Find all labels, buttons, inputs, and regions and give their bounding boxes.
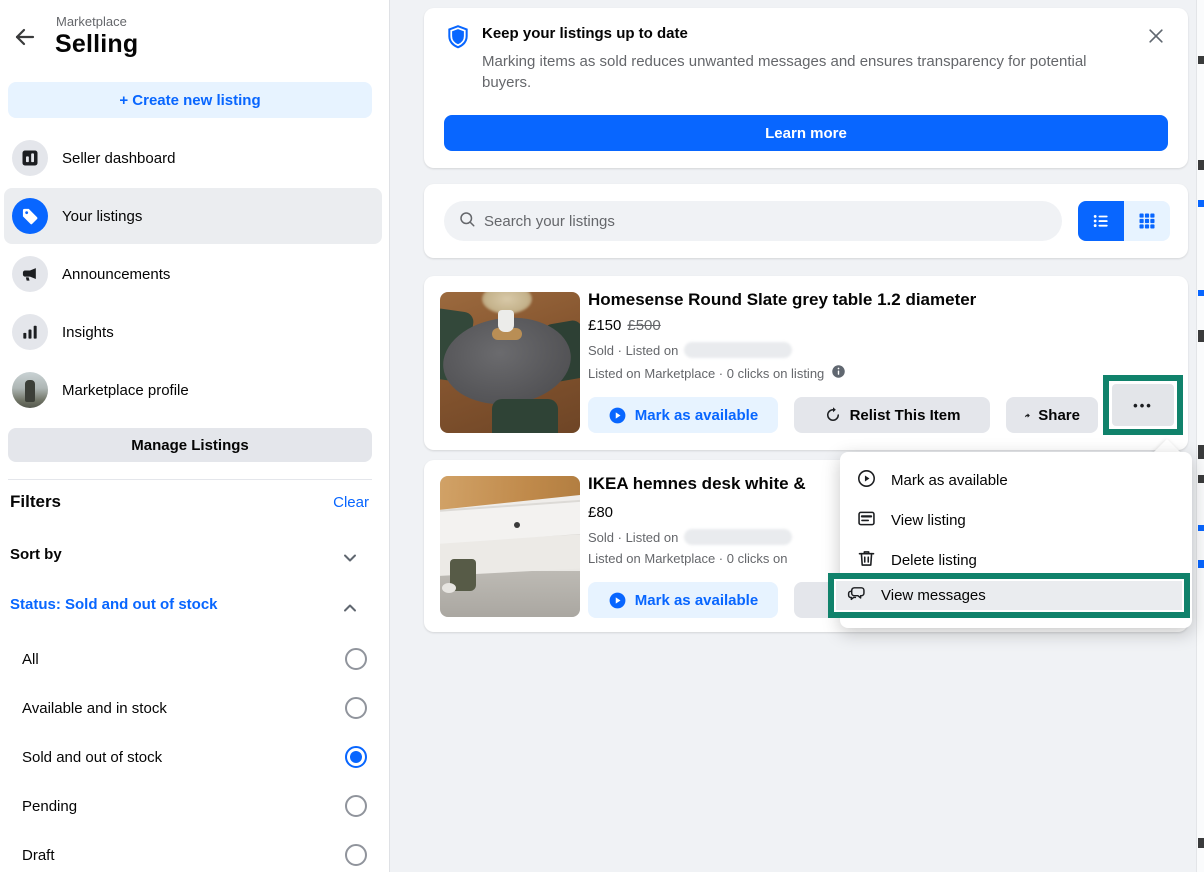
radio-label: Available and in stock: [22, 700, 167, 717]
listing-photo[interactable]: [440, 476, 580, 617]
learn-more-button[interactable]: Learn more: [444, 115, 1168, 151]
listing-status-line: Sold · Listed on: [588, 342, 792, 358]
sidebar-item-marketplace-profile[interactable]: Marketplace profile: [4, 362, 382, 418]
sidebar-item-announcements[interactable]: Announcements: [4, 246, 382, 302]
filters-heading: Filters: [10, 492, 61, 512]
original-price: £500: [627, 317, 660, 334]
radio-button[interactable]: [345, 795, 367, 817]
listing-meta-line: Listed on Marketplace · 0 clicks on list…: [588, 364, 846, 382]
search-bar[interactable]: [444, 201, 1062, 241]
screen-edge-artifact: [1196, 0, 1204, 872]
sidebar-item-label: Announcements: [62, 266, 170, 283]
menu-item-mark-as-available[interactable]: Mark as available: [840, 460, 1192, 500]
chevron-up-icon: [340, 598, 360, 623]
share-button[interactable]: Share: [1006, 397, 1098, 433]
marketplace-selling-page: Marketplace Selling + Create new listing…: [0, 0, 1204, 872]
radio-label: Draft: [22, 847, 55, 864]
status-filter-label: Status: Sold and out of stock: [10, 596, 218, 613]
chevron-down-icon: [340, 548, 360, 573]
view-toggle: [1078, 201, 1170, 241]
search-section: [424, 184, 1188, 258]
banner-title: Keep your listings up to date: [482, 25, 688, 42]
trash-icon: [856, 548, 877, 573]
grid-view-button[interactable]: [1124, 201, 1170, 241]
listing-price: £150£500: [588, 317, 661, 334]
sidebar-item-label: Seller dashboard: [62, 150, 175, 167]
sidebar-item-label: Marketplace profile: [62, 382, 189, 399]
avatar: [12, 372, 48, 408]
radio-button-selected[interactable]: [345, 746, 367, 768]
breadcrumb: Marketplace: [56, 14, 127, 29]
info-icon[interactable]: [831, 364, 846, 382]
radio-label: Pending: [22, 798, 77, 815]
menu-item-label: Delete listing: [891, 552, 977, 569]
listing-actions: Mark as available Relist This Item Share: [588, 397, 1098, 433]
sidebar-item-label: Insights: [62, 324, 114, 341]
more-options-button[interactable]: •••: [1112, 384, 1174, 426]
list-view-button[interactable]: [1078, 201, 1124, 241]
listing-title[interactable]: Homesense Round Slate grey table 1.2 dia…: [588, 290, 976, 310]
radio-label: All: [22, 651, 39, 668]
main-content: Keep your listings up to date Marking it…: [391, 0, 1196, 872]
sidebar-item-your-listings[interactable]: Your listings: [4, 188, 382, 244]
menu-item-view-listing[interactable]: View listing: [840, 500, 1192, 540]
sort-by-dropdown[interactable]: Sort by: [10, 546, 372, 570]
bar-chart-icon: [12, 314, 48, 350]
menu-item-label: View messages: [881, 587, 986, 604]
mark-as-available-button[interactable]: Mark as available: [588, 582, 778, 618]
sort-by-label: Sort by: [10, 546, 62, 563]
listing-card-homesense-table: Homesense Round Slate grey table 1.2 dia…: [424, 276, 1188, 450]
annotation-box-view-messages: View messages: [828, 573, 1190, 618]
mark-as-available-button[interactable]: Mark as available: [588, 397, 778, 433]
tag-icon: [12, 198, 48, 234]
listing-title[interactable]: IKEA hemnes desk white &: [588, 474, 806, 494]
menu-item-view-messages[interactable]: View messages: [836, 581, 1182, 610]
sidebar-item-seller-dashboard[interactable]: Seller dashboard: [4, 130, 382, 186]
manage-listings-button[interactable]: Manage Listings: [8, 428, 372, 462]
listing-meta-line: Listed on Marketplace · 0 clicks on: [588, 551, 787, 566]
shield-icon: [444, 23, 472, 56]
keep-listings-banner: Keep your listings up to date Marking it…: [424, 8, 1188, 168]
radio-label: Sold and out of stock: [22, 749, 162, 766]
play-circle-icon: [856, 468, 877, 493]
radio-button[interactable]: [345, 697, 367, 719]
radio-option-all[interactable]: All: [22, 644, 372, 674]
radio-button[interactable]: [345, 648, 367, 670]
radio-option-available[interactable]: Available and in stock: [22, 693, 372, 723]
sidebar: Marketplace Selling + Create new listing…: [0, 0, 390, 872]
page-title: Selling: [55, 30, 138, 59]
megaphone-icon: [12, 256, 48, 292]
back-arrow-icon[interactable]: [10, 22, 40, 52]
radio-option-draft[interactable]: Draft: [22, 840, 372, 870]
clear-filters-link[interactable]: Clear: [333, 494, 369, 511]
redacted-date: [684, 342, 792, 358]
search-icon: [458, 210, 476, 233]
menu-item-label: Mark as available: [891, 472, 1008, 489]
article-icon: [856, 508, 877, 533]
radio-button[interactable]: [345, 844, 367, 866]
status-filter-dropdown[interactable]: Status: Sold and out of stock: [10, 596, 372, 620]
close-icon[interactable]: [1142, 22, 1170, 50]
chat-icon: [846, 583, 867, 608]
radio-option-sold[interactable]: Sold and out of stock: [22, 742, 372, 772]
annotation-box-more-button: •••: [1103, 375, 1183, 435]
seller-dashboard-icon: [12, 140, 48, 176]
radio-option-pending[interactable]: Pending: [22, 791, 372, 821]
sidebar-item-label: Your listings: [62, 208, 142, 225]
create-new-listing-button[interactable]: + Create new listing: [8, 82, 372, 118]
relist-button[interactable]: Relist This Item: [794, 397, 990, 433]
menu-item-label: View listing: [891, 512, 966, 529]
listing-status-line: Sold · Listed on: [588, 529, 792, 545]
sidebar-item-insights[interactable]: Insights: [4, 304, 382, 360]
search-input[interactable]: [484, 213, 1024, 230]
listing-price: £80: [588, 504, 613, 521]
listing-photo[interactable]: [440, 292, 580, 433]
redacted-date: [684, 529, 792, 545]
banner-description: Marking items as sold reduces unwanted m…: [482, 51, 1122, 93]
divider: [8, 479, 372, 480]
